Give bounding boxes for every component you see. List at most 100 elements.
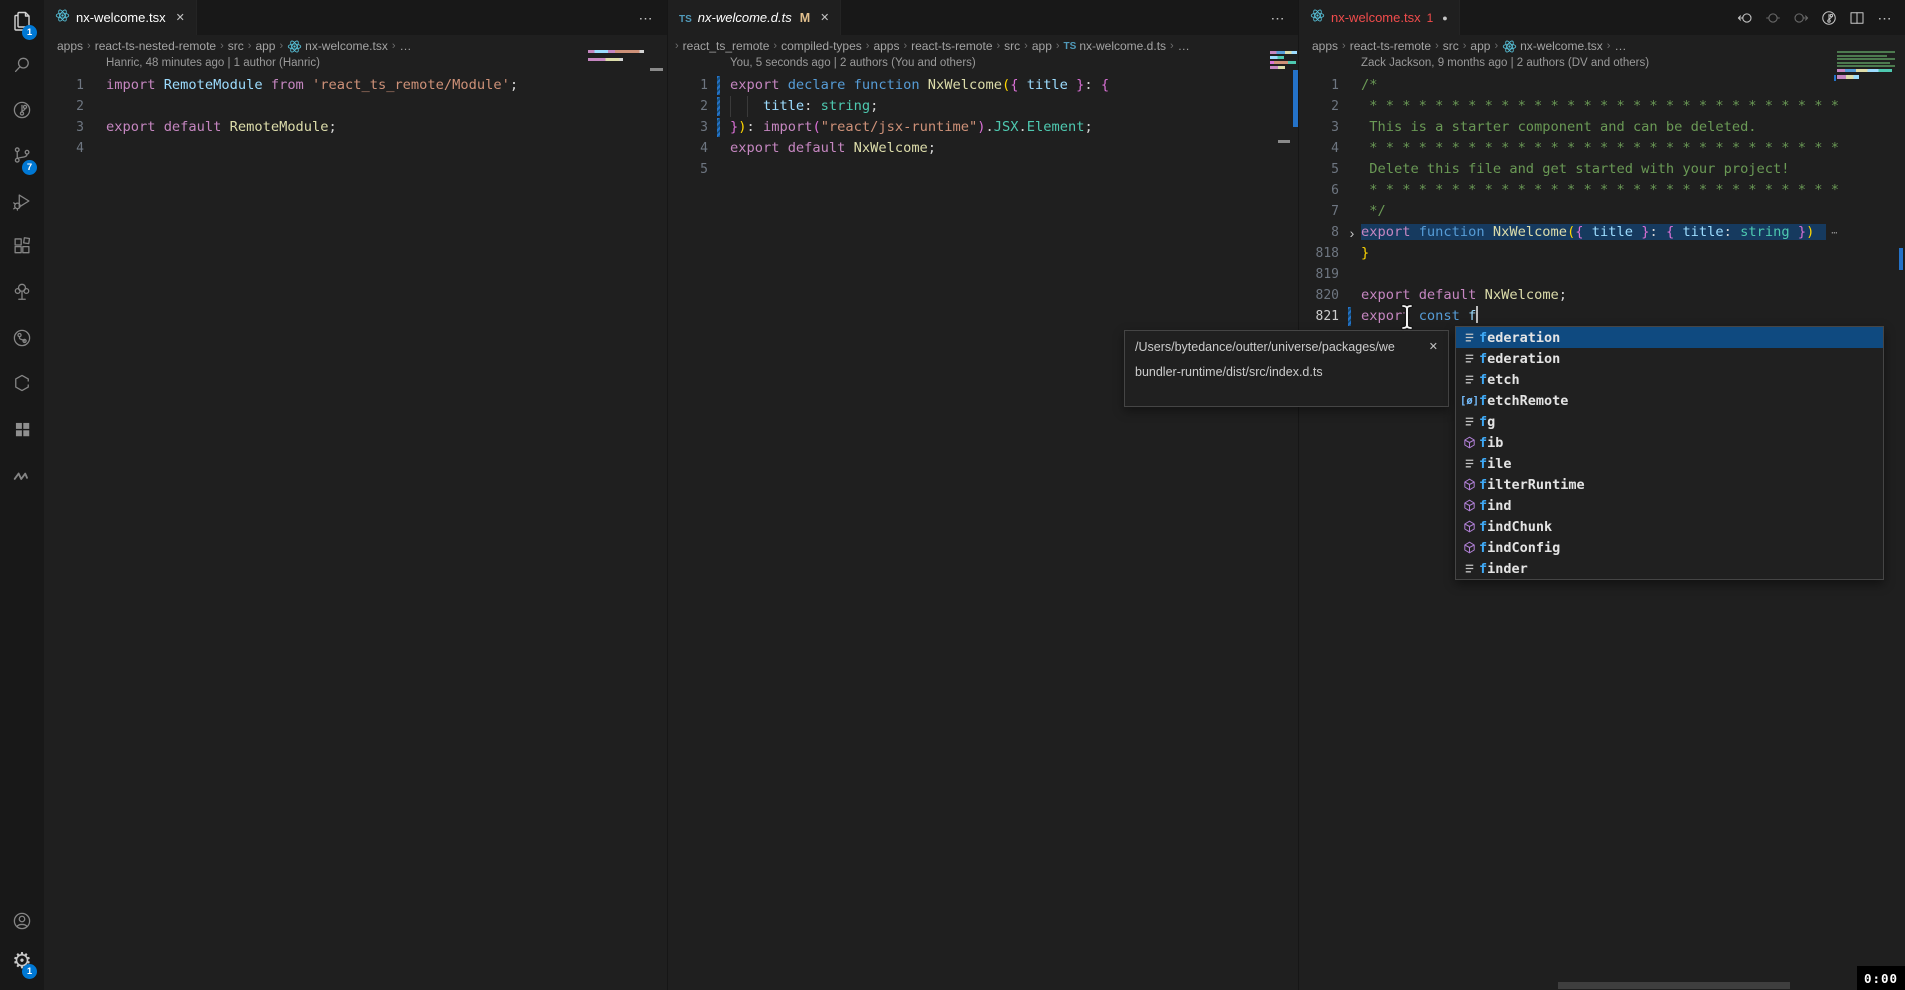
code-line: 821export const f — [1299, 306, 1905, 327]
activitybar-item-source-control[interactable]: 7 — [0, 134, 44, 180]
breadcrumb-item[interactable]: src — [1443, 39, 1459, 53]
activitybar-item-extensions[interactable] — [0, 225, 44, 271]
breadcrumb-item[interactable]: TSnx-welcome.d.ts — [1064, 39, 1166, 53]
minimap[interactable] — [1270, 61, 1296, 64]
breadcrumb-item[interactable]: nx-welcome.tsx — [1502, 39, 1603, 54]
breadcrumb-item[interactable]: react-ts-nested-remote — [95, 39, 216, 53]
breadcrumb-item[interactable]: apps — [873, 39, 899, 53]
breadcrumb-item[interactable]: src — [1004, 39, 1020, 53]
tab-nx-welcome.tsx[interactable]: nx-welcome.tsx1● — [1299, 0, 1460, 35]
code-token: } — [1361, 245, 1369, 261]
breadcrumb-label: apps — [873, 39, 899, 53]
suggest-item-findChunk[interactable]: findChunk — [1456, 516, 1883, 537]
suggest-widget[interactable]: federationfederationfetch[ø]fetchRemotef… — [1455, 326, 1884, 580]
revision-circle-icon[interactable] — [1764, 9, 1782, 27]
suggest-item-fetch[interactable]: fetch — [1456, 369, 1883, 390]
code-editor[interactable]: 1export declare function NxWelcome({ tit… — [668, 75, 1299, 180]
minimap[interactable] — [1270, 51, 1297, 54]
breadcrumb-item[interactable]: nx-welcome.tsx — [287, 39, 388, 54]
editor-group-1: nx-welcome.tsx✕⋯apps›react-ts-nested-rem… — [44, 0, 667, 990]
more-actions-icon[interactable]: ⋯ — [1269, 9, 1287, 27]
suggest-item-federation[interactable]: federation — [1456, 327, 1883, 348]
code-line: 3 This is a starter component and can be… — [1299, 117, 1905, 138]
activitybar-item-nx-console[interactable] — [0, 409, 44, 455]
code-editor[interactable]: 1/*2 * * * * * * * * * * * * * * * * * *… — [1299, 75, 1905, 327]
activitybar-item-search[interactable] — [0, 44, 44, 90]
minimap[interactable] — [588, 58, 623, 61]
code-token: */ — [1361, 203, 1386, 219]
tab-nx-welcome.tsx[interactable]: nx-welcome.tsx✕ — [44, 0, 197, 35]
suggest-item-finder[interactable]: finder — [1456, 558, 1883, 579]
suggest-item-fg[interactable]: fg — [1456, 411, 1883, 432]
compare-previous-icon[interactable] — [1736, 9, 1754, 27]
breadcrumb-item[interactable]: compiled-types — [781, 39, 862, 53]
split-editor-icon[interactable] — [1848, 9, 1866, 27]
code-token: string — [1732, 224, 1790, 240]
code-text: export default NxWelcome; — [730, 138, 936, 159]
breadcrumb-item[interactable]: apps — [1312, 39, 1338, 53]
line-number: 1 — [44, 78, 84, 93]
suggest-item-file[interactable]: file — [1456, 453, 1883, 474]
suggest-item-findConfig[interactable]: findConfig — [1456, 537, 1883, 558]
gutter — [1339, 306, 1361, 327]
compare-next-icon[interactable] — [1792, 9, 1810, 27]
breadcrumb-item[interactable]: src — [228, 39, 244, 53]
tab-nx-welcome.d.ts[interactable]: TSnx-welcome.d.tsM✕ — [668, 0, 841, 35]
breadcrumb-label: nx-welcome.tsx — [1520, 39, 1603, 53]
activitybar-item-explorer[interactable]: 1 — [0, 0, 44, 45]
codelens-blame[interactable]: You, 5 seconds ago | 2 authors (You and … — [730, 57, 976, 74]
more-actions-icon[interactable]: ⋯ — [637, 9, 655, 27]
breadcrumb-item[interactable]: … — [400, 39, 412, 53]
breadcrumb-item[interactable]: react-ts-remote — [911, 39, 992, 53]
line-number: 2 — [668, 99, 708, 114]
breadcrumb-item[interactable]: … — [1614, 39, 1626, 53]
activitybar-item-testing-tree[interactable] — [0, 270, 44, 316]
suggest-item-fetchRemote[interactable]: [ø]fetchRemote — [1456, 390, 1883, 411]
breadcrumb-item[interactable]: apps — [57, 39, 83, 53]
suggest-match-highlight: f — [1479, 477, 1487, 493]
code-token: : — [747, 119, 755, 135]
code-text: Delete this file and get started with yo… — [1361, 159, 1790, 180]
code-editor[interactable]: 1import RemoteModule from 'react_ts_remo… — [44, 75, 667, 159]
breadcrumb-item[interactable]: app — [255, 39, 275, 53]
more-actions-icon[interactable]: ⋯ — [1876, 9, 1894, 27]
minimap[interactable] — [1837, 55, 1887, 57]
breadcrumb-item[interactable]: … — [1178, 39, 1190, 53]
close-icon[interactable]: ✕ — [176, 11, 185, 24]
minimap[interactable] — [1837, 51, 1895, 53]
codelens-blame[interactable]: Hanric, 48 minutes ago | 1 author (Hanri… — [106, 57, 320, 74]
activitybar-item-run-and-debug[interactable] — [0, 180, 44, 226]
minimap[interactable] — [1837, 75, 1859, 79]
breadcrumb-item[interactable]: react_ts_remote — [683, 39, 770, 53]
minimap[interactable] — [1837, 62, 1890, 64]
suggest-item-label: federation — [1479, 330, 1560, 346]
activitybar-item-settings[interactable]: ⚙1 — [0, 938, 44, 984]
minimap[interactable] — [1270, 56, 1284, 59]
activitybar-item-git-graph[interactable] — [0, 317, 44, 363]
breadcrumb-item[interactable]: app — [1032, 39, 1052, 53]
fold-chevron-icon[interactable]: › — [1343, 222, 1361, 243]
minimap[interactable] — [1837, 69, 1892, 72]
activitybar-item-gitlens[interactable] — [0, 89, 44, 135]
suggest-item-federation[interactable]: federation — [1456, 348, 1883, 369]
codelens-blame[interactable]: Zack Jackson, 9 months ago | 2 authors (… — [1361, 57, 1649, 74]
activitybar-item-extension-squiggle[interactable] — [0, 455, 44, 501]
minimap[interactable] — [1837, 65, 1895, 67]
gitlens-graph-icon[interactable] — [1820, 9, 1838, 27]
code-token: ; — [928, 140, 936, 156]
breadcrumb-item[interactable]: react-ts-remote — [1350, 39, 1431, 53]
suggest-item-fib[interactable]: fib — [1456, 432, 1883, 453]
line-number: 818 — [1299, 246, 1339, 261]
suggest-item-filterRuntime[interactable]: filterRuntime — [1456, 474, 1883, 495]
suggest-item-find[interactable]: find — [1456, 495, 1883, 516]
minimap[interactable] — [588, 50, 644, 53]
vscode-window: 17⚙1 nx-welcome.tsx✕⋯apps›react-ts-neste… — [0, 0, 1905, 990]
horizontal-scrollbar[interactable] — [1558, 982, 1790, 989]
breadcrumb-item[interactable]: app — [1470, 39, 1490, 53]
close-icon[interactable]: ✕ — [820, 11, 829, 24]
minimap[interactable] — [1270, 66, 1285, 69]
activitybar-item-extension-hexagon[interactable] — [0, 362, 44, 408]
code-token: . — [986, 119, 994, 135]
minimap[interactable] — [1837, 58, 1895, 60]
close-icon[interactable]: ✕ — [1429, 340, 1438, 353]
